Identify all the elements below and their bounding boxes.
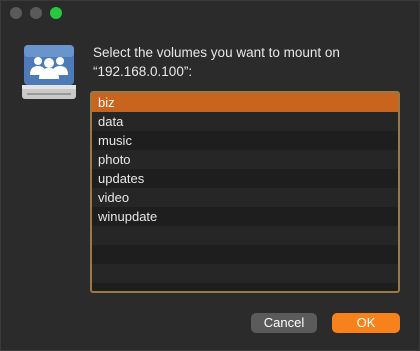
cancel-button[interactable]: Cancel <box>251 313 317 333</box>
volume-list-item[interactable]: updates <box>92 169 398 188</box>
volume-list-item[interactable]: data <box>92 112 398 131</box>
volume-list-item[interactable]: winupdate <box>92 207 398 226</box>
empty-list-row <box>92 226 398 245</box>
empty-list-row <box>92 264 398 283</box>
network-drive-icon <box>22 45 76 99</box>
mount-volumes-dialog: Select the volumes you want to mount on … <box>0 0 420 351</box>
zoom-window-button[interactable] <box>50 7 62 19</box>
volume-list-item[interactable]: biz <box>92 93 398 112</box>
ok-button[interactable]: OK <box>332 313 400 333</box>
title-bar <box>1 1 419 25</box>
volume-list[interactable]: biz data music photo updates video winupdate <box>90 91 400 293</box>
minimize-window-button[interactable] <box>30 7 42 19</box>
mount-prompt-text: Select the volumes you want to mount on … <box>93 45 340 79</box>
empty-list-row <box>92 245 398 264</box>
volume-list-item[interactable]: music <box>92 131 398 150</box>
volume-list-item[interactable]: video <box>92 188 398 207</box>
close-window-button[interactable] <box>10 7 22 19</box>
volume-list-item[interactable]: photo <box>92 150 398 169</box>
